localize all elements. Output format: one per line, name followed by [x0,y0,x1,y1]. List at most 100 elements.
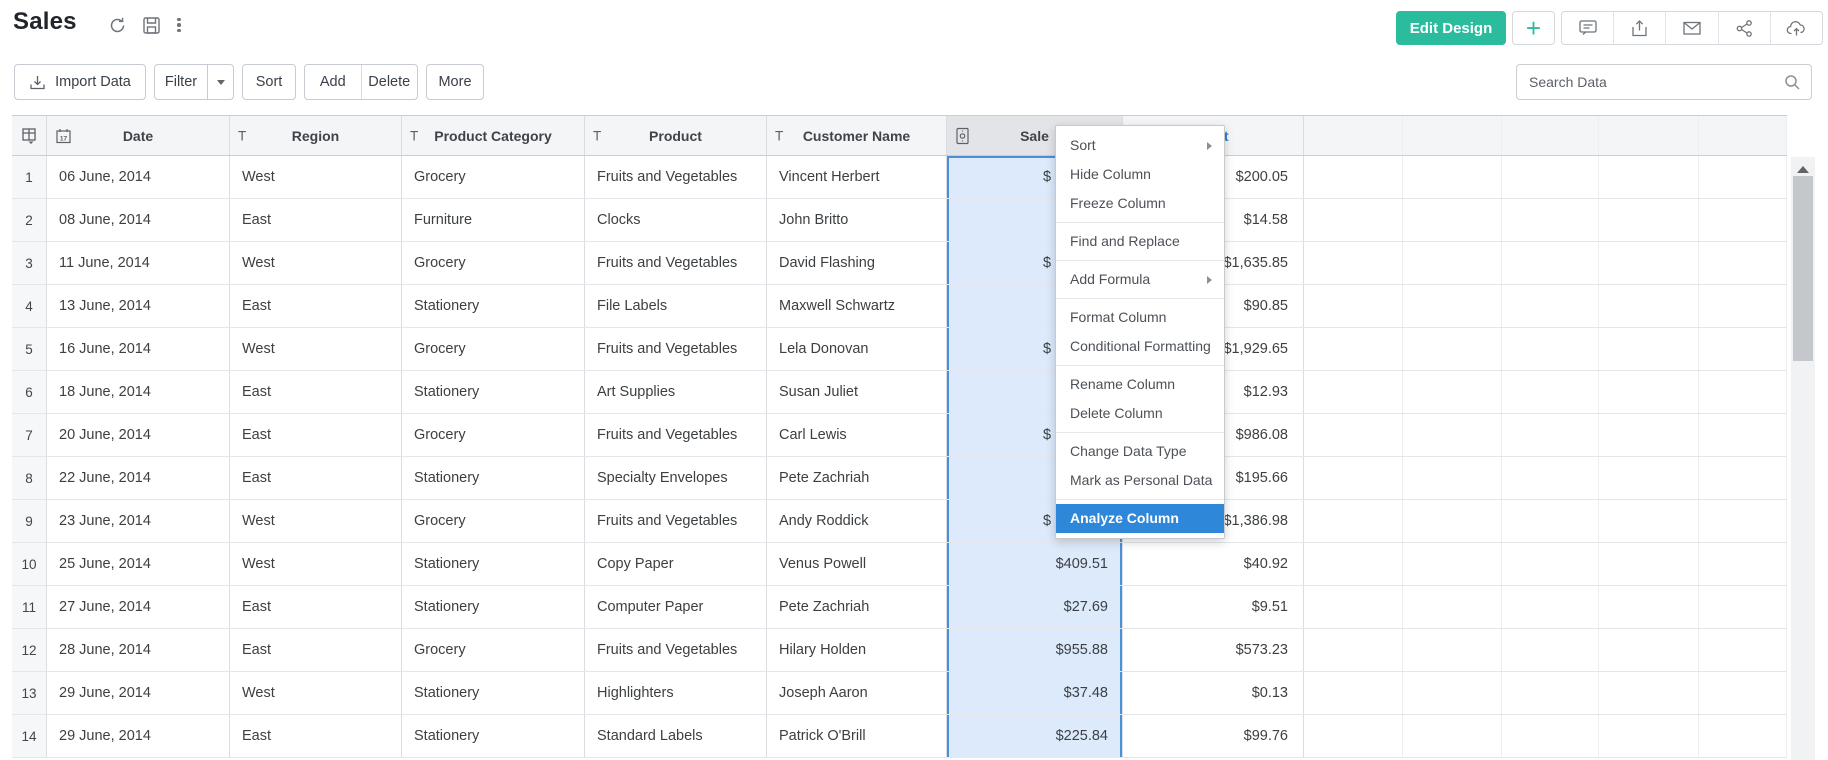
cell-product-category[interactable]: Grocery [402,328,585,370]
cell-product[interactable]: Standard Labels [585,715,767,757]
cell-empty[interactable] [1699,285,1787,327]
more-button[interactable]: More [426,64,484,100]
menu-item-freeze-column[interactable]: Freeze Column [1056,189,1224,218]
cell-date[interactable]: 13 June, 2014 [47,285,230,327]
cell-empty[interactable] [1599,457,1699,499]
cell-empty[interactable] [1403,586,1502,628]
menu-item-delete-column[interactable]: Delete Column [1056,399,1224,428]
cell-empty[interactable] [1304,500,1403,542]
save-icon[interactable] [140,14,162,36]
cell-empty[interactable] [1304,328,1403,370]
cell-customer-name[interactable]: Patrick O'Brill [767,715,947,757]
cell-empty[interactable] [1699,328,1787,370]
row-number[interactable]: 4 [12,285,47,327]
cell-product-category[interactable]: Stationery [402,715,585,757]
menu-item-hide-column[interactable]: Hide Column [1056,160,1224,189]
cell-empty[interactable] [1599,586,1699,628]
edit-design-button[interactable]: Edit Design [1396,11,1506,45]
column-header-product-category[interactable]: T Product Category [402,116,585,155]
cell-region[interactable]: West [230,156,402,198]
import-data-button[interactable]: Import Data [14,64,146,100]
cell-product-category[interactable]: Stationery [402,457,585,499]
menu-item-analyze-column[interactable]: Analyze Column [1056,504,1224,533]
cell-empty[interactable] [1699,586,1787,628]
cell-empty[interactable] [1502,242,1599,284]
cell-product-category[interactable]: Grocery [402,156,585,198]
menu-item-add-formula[interactable]: Add Formula [1056,265,1224,294]
cell-date[interactable]: 22 June, 2014 [47,457,230,499]
cell-region[interactable]: West [230,672,402,714]
cell-empty[interactable] [1699,543,1787,585]
cell-empty[interactable] [1403,543,1502,585]
cell-date[interactable]: 06 June, 2014 [47,156,230,198]
cell-empty[interactable] [1699,242,1787,284]
column-header-empty[interactable] [1304,116,1403,155]
cell-product[interactable]: Highlighters [585,672,767,714]
cell-empty[interactable] [1304,715,1403,757]
row-number[interactable]: 8 [12,457,47,499]
row-number[interactable]: 3 [12,242,47,284]
cell-product-category[interactable]: Stationery [402,543,585,585]
cell-empty[interactable] [1304,414,1403,456]
menu-item-find-and-replace[interactable]: Find and Replace [1056,227,1224,256]
cell-empty[interactable] [1599,242,1699,284]
column-header-empty[interactable] [1699,116,1787,155]
cell-empty[interactable] [1502,586,1599,628]
cell-product[interactable]: Copy Paper [585,543,767,585]
cell-empty[interactable] [1599,543,1699,585]
column-header-date[interactable]: 17 Date [47,116,230,155]
cell-product[interactable]: Computer Paper [585,586,767,628]
cell-empty[interactable] [1599,629,1699,671]
cell-product[interactable]: Fruits and Vegetables [585,414,767,456]
row-number[interactable]: 13 [12,672,47,714]
cell-region[interactable]: West [230,242,402,284]
cell-empty[interactable] [1502,414,1599,456]
cell-empty[interactable] [1403,328,1502,370]
cell-product[interactable]: File Labels [585,285,767,327]
cell-customer-name[interactable]: Hilary Holden [767,629,947,671]
cell-customer-name[interactable]: Pete Zachriah [767,457,947,499]
cell-customer-name[interactable]: Maxwell Schwartz [767,285,947,327]
cell-region[interactable]: West [230,543,402,585]
filter-dropdown-button[interactable] [207,65,233,99]
column-header-empty[interactable] [1502,116,1599,155]
cell-date[interactable]: 16 June, 2014 [47,328,230,370]
cell-product[interactable]: Fruits and Vegetables [585,156,767,198]
cell-sale-selected[interactable]: $955.88 [947,629,1123,671]
cell-empty[interactable] [1304,156,1403,198]
cell-empty[interactable] [1403,199,1502,241]
menu-item-conditional-formatting[interactable]: Conditional Formatting [1056,332,1224,361]
cell-date[interactable]: 18 June, 2014 [47,371,230,413]
menu-item-rename-column[interactable]: Rename Column [1056,370,1224,399]
cell-empty[interactable] [1502,672,1599,714]
column-header-customer-name[interactable]: T Customer Name [767,116,947,155]
cell-customer-name[interactable]: Lela Donovan [767,328,947,370]
cell-empty[interactable] [1304,629,1403,671]
row-number[interactable]: 11 [12,586,47,628]
cell-product[interactable]: Clocks [585,199,767,241]
menu-item-format-column[interactable]: Format Column [1056,303,1224,332]
cell-product-category[interactable]: Stationery [402,285,585,327]
cell-empty[interactable] [1403,500,1502,542]
cell-empty[interactable] [1502,543,1599,585]
cell-sale-selected[interactable]: $27.69 [947,586,1123,628]
row-number[interactable]: 10 [12,543,47,585]
cell-empty[interactable] [1403,242,1502,284]
cell-empty[interactable] [1304,543,1403,585]
cell-empty[interactable] [1304,285,1403,327]
cell-empty[interactable] [1502,328,1599,370]
column-header-region[interactable]: T Region [230,116,402,155]
cell-empty[interactable] [1599,414,1699,456]
comment-icon[interactable] [1562,12,1613,44]
cell-empty[interactable] [1502,500,1599,542]
cell-customer-name[interactable]: Carl Lewis [767,414,947,456]
kebab-menu-icon[interactable] [172,14,186,36]
scroll-up-arrow-icon[interactable] [1797,166,1809,173]
cell-region[interactable]: West [230,500,402,542]
cell-region[interactable]: West [230,328,402,370]
cell-cost[interactable]: $573.23 [1123,629,1304,671]
cell-customer-name[interactable]: Andy Roddick [767,500,947,542]
cell-date[interactable]: 08 June, 2014 [47,199,230,241]
cell-empty[interactable] [1502,715,1599,757]
cell-region[interactable]: East [230,715,402,757]
